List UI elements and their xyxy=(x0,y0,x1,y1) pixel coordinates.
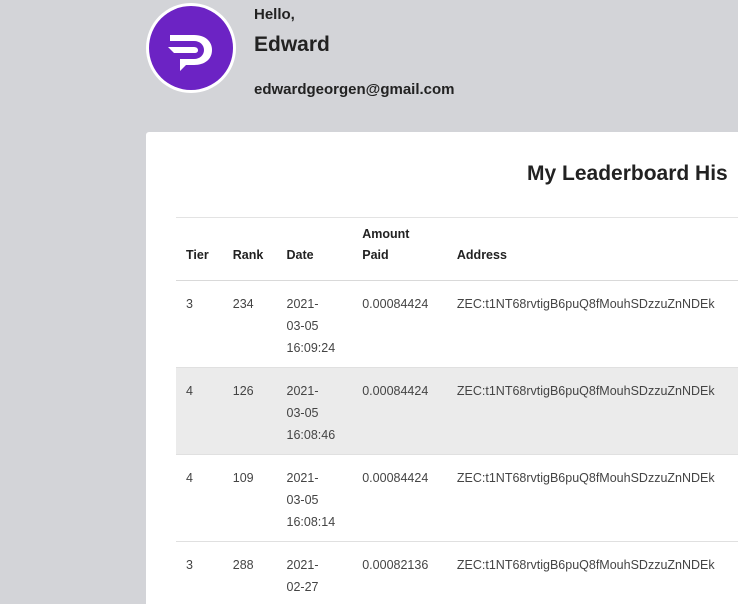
cell-amount: 0.00084424 xyxy=(352,280,447,368)
avatar-circle xyxy=(149,6,233,90)
cell-rank: 109 xyxy=(222,454,277,542)
column-header-tier: Tier xyxy=(176,218,223,281)
table-row: 3 288 2021-02-27 0.00082136 ZEC:t1NT68rv… xyxy=(176,541,738,604)
date-value: 2021-03-05 16:08:14 xyxy=(286,470,336,529)
page: Hello, Edward edwardgeorgen@gmail.com My… xyxy=(0,0,738,604)
cell-rank: 234 xyxy=(222,280,277,368)
cell-address: ZEC:t1NT68rvtigB6puQ8fMouhSDzzuZnNDEk xyxy=(446,454,738,542)
cell-tier: 4 xyxy=(176,367,223,455)
avatar xyxy=(146,3,236,93)
cell-rank: 288 xyxy=(222,541,277,604)
cell-tier: 3 xyxy=(176,541,223,604)
table-row: 4 109 2021-03-05 16:08:14 0.00084424 ZEC… xyxy=(176,454,738,542)
user-email: edwardgeorgen@gmail.com xyxy=(254,81,455,98)
greeting-text: Hello, xyxy=(254,6,295,23)
date-value: 2021-03-05 16:09:24 xyxy=(286,296,336,355)
column-header-amount-paid: Amount Paid xyxy=(352,218,447,281)
table-header-row: Tier Rank Date Amount Paid Address xyxy=(176,218,738,281)
cell-rank: 126 xyxy=(222,367,277,455)
cell-tier: 3 xyxy=(176,280,223,368)
cell-tier: 4 xyxy=(176,454,223,542)
column-header-date: Date xyxy=(276,218,353,281)
date-value: 2021-03-05 16:08:46 xyxy=(286,383,336,442)
user-name: Edward xyxy=(254,33,330,56)
date-value: 2021-02-27 xyxy=(286,557,319,594)
leaderboard-card: My Leaderboard His Tier Rank Date Amount… xyxy=(146,132,738,604)
cell-date: 2021-03-05 16:08:46 xyxy=(276,367,353,455)
cell-address: ZEC:t1NT68rvtigB6puQ8fMouhSDzzuZnNDEk xyxy=(446,541,738,604)
cell-amount: 0.00082136 xyxy=(352,541,447,604)
cell-amount: 0.00084424 xyxy=(352,367,447,455)
column-header-rank: Rank xyxy=(222,218,277,281)
cell-address: ZEC:t1NT68rvtigB6puQ8fMouhSDzzuZnNDEk xyxy=(446,367,738,455)
table-row: 4 126 2021-03-05 16:08:46 0.00084424 ZEC… xyxy=(176,367,738,455)
cell-amount: 0.00084424 xyxy=(352,454,447,542)
cell-address: ZEC:t1NT68rvtigB6puQ8fMouhSDzzuZnNDEk xyxy=(446,280,738,368)
leaderboard-table: Tier Rank Date Amount Paid Address 3 234… xyxy=(176,218,738,604)
table-row: 3 234 2021-03-05 16:09:24 0.00084424 ZEC… xyxy=(176,280,738,368)
cell-date: 2021-02-27 xyxy=(276,541,353,604)
cell-date: 2021-03-05 16:08:14 xyxy=(276,454,353,542)
brand-logo-icon xyxy=(168,35,212,71)
cell-date: 2021-03-05 16:09:24 xyxy=(276,280,353,368)
column-header-address: Address xyxy=(446,218,738,281)
amount-paid-label: Amount Paid xyxy=(362,226,410,262)
leaderboard-title: My Leaderboard His xyxy=(527,162,728,185)
